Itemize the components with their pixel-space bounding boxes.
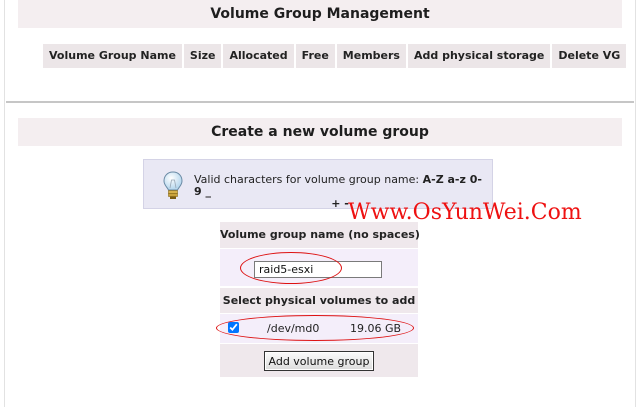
pv-checkbox[interactable] <box>228 322 239 333</box>
lightbulb-icon <box>163 171 183 199</box>
column-header-add-physical-storage: Add physical storage <box>407 44 551 68</box>
vg-name-label: Volume group name (no spaces) <box>220 222 420 248</box>
pv-row: /dev/md0 19.06 GB <box>216 313 418 343</box>
column-header-size: Size <box>183 44 222 68</box>
create-volume-group-title: Create a new volume group <box>18 118 622 146</box>
vg-name-row <box>220 248 418 286</box>
column-header-allocated: Allocated <box>223 44 294 68</box>
pv-select-label: Select physical volumes to add <box>220 287 418 313</box>
add-volume-group-button[interactable]: Add volume group <box>264 351 374 371</box>
column-header-vg-name: Volume Group Name <box>43 44 182 68</box>
volume-group-management-title: Volume Group Management <box>18 0 622 28</box>
column-header-delete-vg: Delete VG <box>552 44 627 68</box>
vg-name-input[interactable] <box>254 261 382 278</box>
frame-border-left <box>4 0 5 407</box>
pv-device-size: 19.06 GB <box>350 322 402 335</box>
pv-device-name: /dev/md0 <box>267 322 320 335</box>
column-header-members: Members <box>336 44 406 68</box>
create-vg-form: Volume group name (no spaces) Select phy… <box>216 222 420 377</box>
submit-row: Add volume group <box>220 343 418 377</box>
column-header-free: Free <box>295 44 335 68</box>
section-divider <box>6 101 634 103</box>
frame-border-right <box>635 0 636 407</box>
volume-group-table-header: Volume Group Name Size Allocated Free Me… <box>43 44 627 68</box>
info-text-prefix: Valid characters for volume group name: <box>194 173 423 186</box>
